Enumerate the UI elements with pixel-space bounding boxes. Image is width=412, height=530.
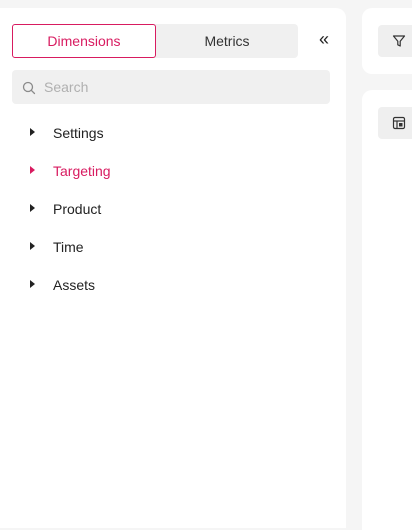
tree-item-label: Targeting	[53, 163, 111, 179]
dimension-tree: Settings Targeting Product Time Assets	[30, 114, 111, 304]
dimensions-panel: Dimensions Metrics « Settings Targeting …	[0, 8, 346, 528]
filter-button[interactable]	[378, 25, 412, 57]
tree-item-settings[interactable]: Settings	[30, 114, 111, 152]
filter-icon	[392, 35, 406, 47]
caret-right-icon[interactable]	[30, 166, 35, 174]
tree-item-time[interactable]: Time	[30, 228, 111, 266]
tree-item-label: Settings	[53, 125, 104, 141]
tree-item-label: Time	[53, 239, 84, 255]
search-icon	[22, 81, 36, 95]
table-settings-icon	[392, 116, 406, 130]
tree-item-targeting[interactable]: Targeting	[30, 152, 111, 190]
tab-metrics[interactable]: Metrics	[156, 24, 298, 58]
tree-item-assets[interactable]: Assets	[30, 266, 111, 304]
search-box[interactable]	[12, 70, 330, 104]
tab-switcher: Dimensions Metrics	[12, 24, 298, 58]
caret-right-icon[interactable]	[30, 128, 35, 136]
tab-dimensions[interactable]: Dimensions	[12, 24, 156, 58]
tree-item-product[interactable]: Product	[30, 190, 111, 228]
tree-item-label: Assets	[53, 277, 96, 293]
caret-right-icon[interactable]	[30, 204, 35, 212]
tree-item-label: Product	[53, 201, 102, 217]
double-chevron-left-icon[interactable]: «	[316, 30, 332, 48]
caret-right-icon[interactable]	[30, 242, 35, 250]
search-input[interactable]	[44, 79, 314, 95]
table-settings-button[interactable]	[378, 107, 412, 139]
report-card	[362, 90, 412, 530]
caret-right-icon[interactable]	[30, 280, 35, 288]
